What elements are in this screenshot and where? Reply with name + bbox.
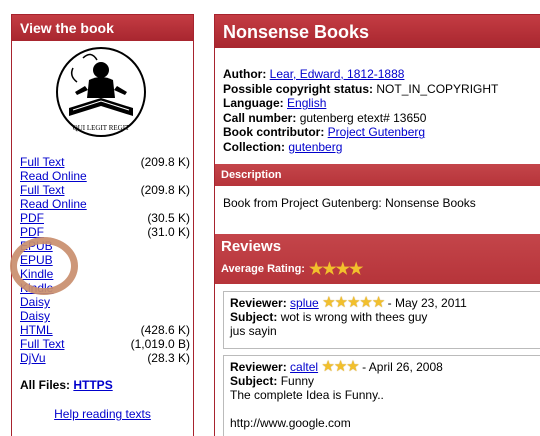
book-title: Nonsense Books (215, 15, 540, 48)
logo-motto: QUI LEGIT REGIT (73, 124, 130, 132)
file-row: PDF (30.5 K) (20, 211, 190, 225)
collection-link[interactable]: gutenberg (288, 140, 342, 154)
review-item: Reviewer: caltel ★★★ - April 26, 2008 Su… (223, 355, 540, 436)
file-row: Full Text (209.8 K) (20, 183, 190, 197)
collection-row: Collection: gutenberg (223, 140, 498, 155)
file-row: Full Text (209.8 K) (20, 155, 190, 169)
subject-label: Subject: (230, 310, 278, 324)
file-row: Read Online (20, 169, 190, 183)
view-book-title: View the book (12, 15, 193, 41)
file-link[interactable]: Read Online (20, 169, 87, 183)
review-body: The complete Idea is Funny.. (230, 388, 384, 402)
language-row: Language: English (223, 96, 498, 111)
file-size: (31.0 K) (147, 225, 190, 239)
file-size: (28.3 K) (147, 351, 190, 365)
review-item: Reviewer: splue ★★★★★ - May 23, 2011 Sub… (223, 291, 540, 349)
file-row: Read Online (20, 197, 190, 211)
subject-row: Subject: Funny (230, 374, 540, 388)
review-header-row: Reviewer: caltel ★★★ - April 26, 2008 (230, 358, 540, 375)
review-body: jus sayin (230, 324, 277, 338)
reviewer-link[interactable]: caltel (290, 360, 318, 374)
review-stars: ★★★ (321, 358, 359, 375)
file-link[interactable]: Daisy (20, 295, 50, 309)
average-rating: Average Rating: ★★★★ (221, 259, 540, 279)
file-row: DjVu (28.3 K) (20, 351, 190, 365)
file-row: Daisy (20, 295, 190, 309)
copyright-label: Possible copyright status: (223, 81, 374, 96)
file-list: Full Text (209.8 K) Read Online Full Text… (20, 155, 190, 365)
file-row: Kindle (20, 267, 190, 281)
file-size: (428.6 K) (140, 323, 190, 337)
file-size: (1,019.0 B) (130, 337, 190, 351)
file-link[interactable]: Full Text (20, 337, 64, 351)
description-header: Description (215, 164, 540, 186)
author-row: Author: Lear, Edward, 1812-1888 (223, 67, 498, 82)
review-body-url: http://www.google.com (230, 416, 351, 430)
file-size: (30.5 K) (147, 211, 190, 225)
contributor-link[interactable]: Project Gutenberg (328, 125, 425, 139)
review-date: - May 23, 2011 (387, 296, 467, 310)
file-link[interactable]: Full Text (20, 155, 64, 169)
contributor-label: Book contributor: (223, 125, 325, 140)
all-files: All Files: HTTPS (20, 378, 113, 392)
file-link[interactable]: EPUB (20, 253, 53, 267)
call-number-row: Call number: gutenberg etext# 13650 (223, 111, 498, 126)
copyright-value: NOT_IN_COPYRIGHT (376, 81, 499, 96)
file-link[interactable]: Daisy (20, 309, 50, 323)
subject-label: Subject: (230, 374, 278, 388)
book-details-panel: Nonsense Books Author: Lear, Edward, 181… (214, 14, 540, 436)
average-rating-stars: ★★★★ (308, 261, 363, 278)
file-row: EPUB (20, 253, 190, 267)
view-book-panel: View the book QUI LEGIT REGIT Full Text (… (10, 14, 194, 436)
subject-text: wot is wrong with thees guy (280, 310, 428, 324)
reviews-title: Reviews (221, 238, 282, 255)
call-number-value: gutenberg etext# 13650 (299, 110, 427, 125)
file-link[interactable]: Kindle (20, 267, 53, 281)
language-label: Language: (223, 96, 284, 111)
reviewer-link[interactable]: splue (290, 296, 319, 310)
file-link[interactable]: PDF (20, 211, 44, 225)
review-date: - April 26, 2008 (362, 360, 443, 374)
file-size: (209.8 K) (140, 183, 190, 197)
reviews-header: Reviews Average Rating: ★★★★ (215, 234, 540, 284)
reviewer-label: Reviewer: (230, 296, 287, 310)
file-size: (209.8 K) (140, 155, 190, 169)
file-link[interactable]: Kindle (20, 281, 53, 295)
file-link[interactable]: DjVu (20, 351, 46, 365)
review-header-row: Reviewer: splue ★★★★★ - May 23, 2011 (230, 294, 540, 311)
file-link[interactable]: Read Online (20, 197, 87, 211)
review-spacer (230, 402, 540, 416)
language-link[interactable]: English (287, 96, 326, 110)
all-files-label: All Files: (20, 378, 71, 392)
https-link[interactable]: HTTPS (73, 378, 112, 392)
call-number-label: Call number: (223, 110, 297, 125)
collection-label: Collection: (223, 139, 285, 154)
author-label: Author: (223, 67, 267, 81)
file-row: HTML (428.6 K) (20, 323, 190, 337)
file-row: PDF (31.0 K) (20, 225, 190, 239)
metadata-block: Author: Lear, Edward, 1812-1888 Possible… (223, 67, 498, 155)
file-row: Kindle (20, 281, 190, 295)
help-reading-link-wrap: Help reading texts (12, 407, 193, 421)
subject-text: Funny (280, 374, 315, 388)
file-link[interactable]: Full Text (20, 183, 64, 197)
review-stars: ★★★★★ (322, 294, 385, 311)
file-link[interactable]: HTML (20, 323, 53, 337)
help-reading-link[interactable]: Help reading texts (54, 407, 151, 421)
copyright-row: Possible copyright status: NOT_IN_COPYRI… (223, 82, 498, 97)
reviewer-label: Reviewer: (230, 360, 287, 374)
subject-row: Subject: wot is wrong with thees guy (230, 310, 540, 324)
file-row: Daisy (20, 309, 190, 323)
file-row: Full Text (1,019.0 B) (20, 337, 190, 351)
archive-logo: QUI LEGIT REGIT (55, 46, 147, 143)
contributor-row: Book contributor: Project Gutenberg (223, 125, 498, 140)
file-link[interactable]: EPUB (20, 239, 53, 253)
description-text: Book from Project Gutenberg: Nonsense Bo… (223, 196, 476, 210)
average-rating-label: Average Rating: (221, 263, 305, 275)
file-row: EPUB (20, 239, 190, 253)
file-link[interactable]: PDF (20, 225, 44, 239)
author-link[interactable]: Lear, Edward, 1812-1888 (270, 67, 405, 81)
